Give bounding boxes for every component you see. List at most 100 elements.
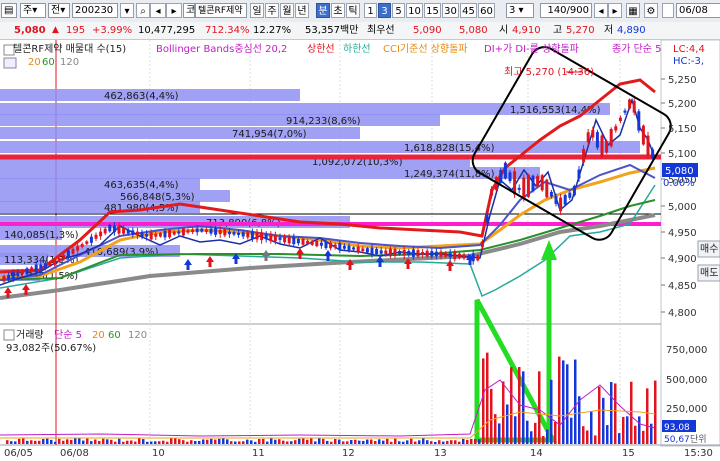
tab-minute[interactable]: 분 <box>316 3 330 18</box>
legend-bb-upper: 상한선 <box>307 43 335 55</box>
count-field[interactable]: 140/900 <box>540 3 592 18</box>
candle-body <box>568 192 572 198</box>
volume-bar <box>538 371 541 444</box>
volume-bar <box>138 438 141 444</box>
volume-bar <box>74 438 77 444</box>
volume-bar <box>134 441 137 444</box>
candle-body <box>324 241 328 249</box>
candle-body <box>582 148 586 163</box>
volume-bar <box>374 440 377 444</box>
volume-bar <box>254 441 257 444</box>
prev-stock-icon[interactable]: ◂ <box>150 3 166 18</box>
volume-bar <box>46 438 49 444</box>
interval-button-60[interactable]: 60 <box>478 3 495 18</box>
volume-bar <box>606 425 609 444</box>
code-dropdown-button[interactable]: ▾ <box>120 3 134 18</box>
interval-button-10[interactable]: 10 <box>406 3 423 18</box>
next-stock-icon[interactable]: ▸ <box>166 3 182 18</box>
candle-body <box>158 232 162 237</box>
tab-second[interactable]: 초 <box>331 3 345 18</box>
volume-bar <box>462 438 465 444</box>
legend-title: 텔콘RF제약 매물대 수(15) <box>13 43 126 55</box>
interval-button-3[interactable]: 3 <box>378 3 391 18</box>
turnover: 12.27% <box>253 25 292 36</box>
candle-body <box>586 132 590 143</box>
volume-bar <box>550 379 553 444</box>
grid-icon[interactable]: ▦ <box>626 3 640 18</box>
volume-bar <box>626 416 629 444</box>
settings-icon[interactable]: ⚙ <box>644 3 658 18</box>
candle-body <box>499 170 503 183</box>
volume-bar <box>230 441 233 444</box>
chart-area[interactable]: 462,863(4,4%)1,516,553(14,4%)914,233(8,6… <box>0 40 720 461</box>
candle-body <box>287 236 291 244</box>
change-up-icon: ▲ <box>52 25 59 35</box>
search-icon[interactable]: ⌕ <box>136 3 150 18</box>
volume-profile-bar <box>0 141 640 153</box>
scroll-left-icon[interactable]: ◂ <box>594 3 608 18</box>
volume-ratio: 712.34% <box>205 25 250 36</box>
time-tick-label: 10 <box>152 448 165 459</box>
candle-body <box>43 263 47 268</box>
volume-bar <box>402 441 405 444</box>
interval-button-1[interactable]: 1 <box>364 3 377 18</box>
period-select[interactable]: 전▾ <box>48 3 70 18</box>
volume-bar <box>50 439 53 444</box>
volume-bar <box>42 439 45 444</box>
candle-body <box>375 248 379 255</box>
tab-year[interactable]: 년 <box>295 3 309 18</box>
candle-body <box>20 271 24 275</box>
interval-button-5[interactable]: 5 <box>392 3 405 18</box>
volume-bar <box>326 440 329 444</box>
volume-bar <box>390 441 393 444</box>
candle-body <box>273 235 277 241</box>
candle-body <box>361 248 365 252</box>
volume-bar <box>26 440 29 444</box>
volume-profile-label: 914,233(8,6%) <box>286 116 361 127</box>
change-value: 195 <box>66 25 86 36</box>
interval-button-30[interactable]: 30 <box>442 3 459 18</box>
lock-icon[interactable] <box>3 57 17 69</box>
volume-bar <box>478 439 481 444</box>
candle-body <box>508 172 512 182</box>
date-checkbox[interactable] <box>662 3 674 18</box>
interval-button-15[interactable]: 15 <box>424 3 441 18</box>
tab-day[interactable]: 일 <box>250 3 264 18</box>
volume-bar <box>238 441 241 444</box>
code-input[interactable]: 200230 <box>72 3 118 18</box>
candle-body <box>232 232 236 235</box>
volume-bar <box>598 386 601 444</box>
tab-month[interactable]: 월 <box>280 3 294 18</box>
candle-body <box>122 227 126 234</box>
volume-legend-title: 거래량 <box>16 329 44 341</box>
interval-button-45[interactable]: 45 <box>460 3 477 18</box>
candle-body <box>416 250 420 257</box>
current-pct-tag: 0.00% <box>663 178 695 189</box>
candle-body <box>444 252 448 257</box>
candle-body <box>540 175 544 191</box>
market-select[interactable]: 주▾ <box>20 3 46 18</box>
scroll-right-icon[interactable]: ▸ <box>608 3 622 18</box>
tab-week[interactable]: 주 <box>265 3 279 18</box>
volume-bar <box>490 388 493 444</box>
stock-name[interactable]: 텔콘RF제약 <box>195 3 247 18</box>
candle-body <box>421 252 425 255</box>
candle-body <box>379 250 383 254</box>
candle-body <box>595 132 599 148</box>
volume-bar <box>98 440 101 444</box>
volume-bar <box>418 440 421 444</box>
volume-bar <box>622 416 625 444</box>
price-tick-label: 4,950 <box>668 228 697 239</box>
candle-body <box>490 188 494 196</box>
volume-legend-ma5: 단순 5 <box>54 329 82 341</box>
volume-bar <box>410 438 413 444</box>
date-field[interactable]: 06/08 <box>676 3 720 18</box>
volume-legend-icon[interactable] <box>3 329 15 341</box>
tab-tick[interactable]: 틱 <box>346 3 360 18</box>
interval-select[interactable]: 3 ▾ <box>506 3 534 18</box>
candle-body <box>439 251 443 257</box>
candle-body <box>57 257 61 262</box>
volume-bar <box>198 440 201 444</box>
volume-bar <box>350 439 353 444</box>
menu-icon[interactable]: ▤ <box>1 3 17 18</box>
